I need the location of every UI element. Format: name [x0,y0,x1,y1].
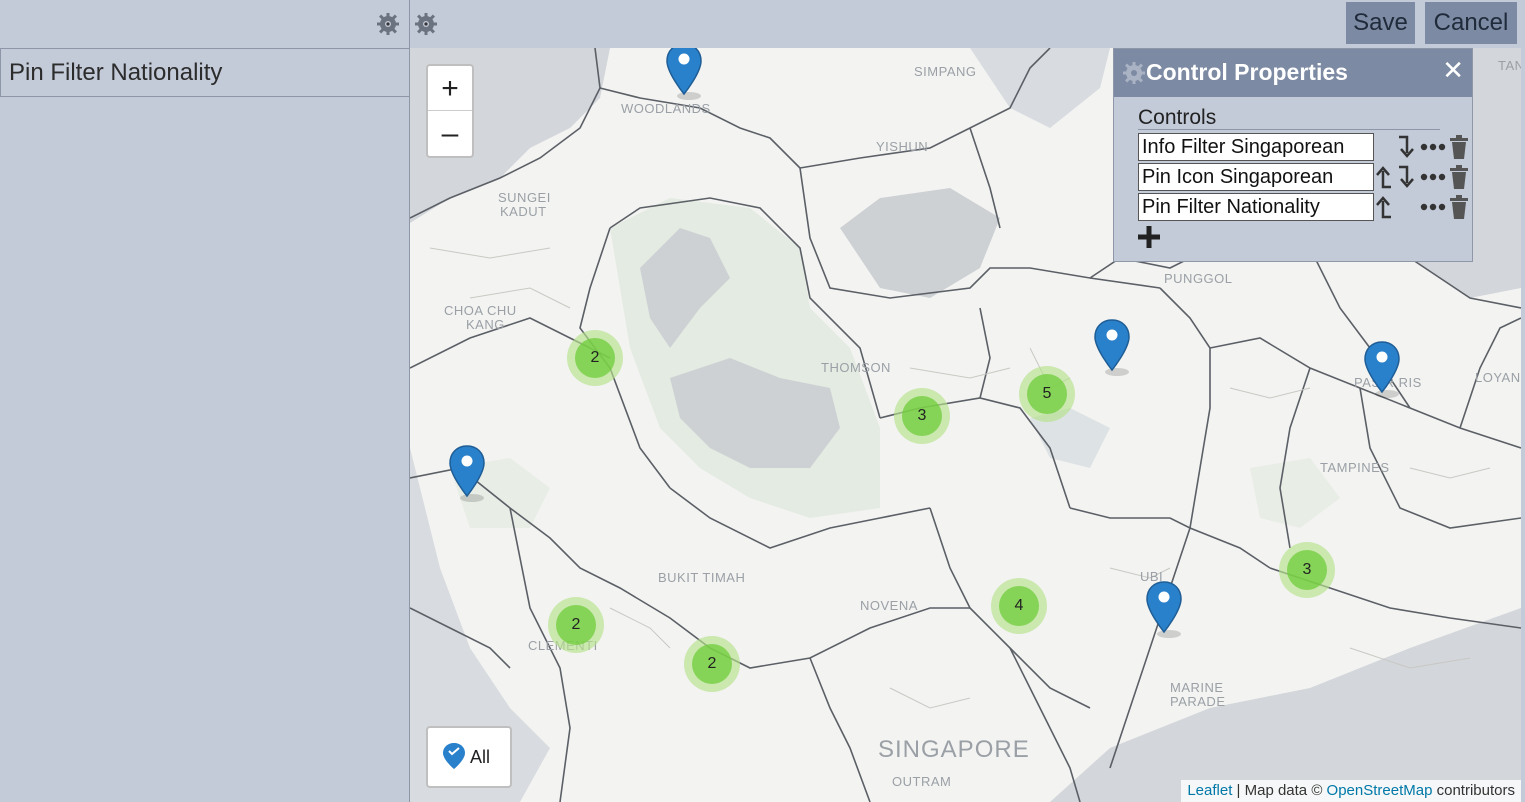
cluster-count: 3 [1287,550,1327,590]
attribution-separator: | Map data © [1232,782,1327,799]
marker-cluster[interactable]: 4 [991,578,1047,634]
marker-cluster[interactable]: 2 [567,330,623,386]
map-label-bukit-timah: BUKIT TIMAH [658,570,746,585]
openstreetmap-link[interactable]: OpenStreetMap [1327,782,1433,799]
dialog-title: Control Properties [1146,59,1348,85]
zoom-in-button[interactable]: + [428,66,472,111]
map-label-marine: MARINE [1170,680,1224,695]
filter-all-button[interactable]: All [426,726,512,788]
move-down-icon[interactable] [1395,135,1415,159]
zoom-control: + – [426,64,474,158]
marker-cluster[interactable]: 3 [1279,542,1335,598]
close-icon[interactable]: ✕ [1442,55,1464,86]
leaflet-link[interactable]: Leaflet [1187,782,1232,799]
dialog-header[interactable]: Control Properties ✕ [1114,49,1472,97]
gear-icon [1123,62,1145,84]
cluster-count: 5 [1027,374,1067,414]
control-row: Pin Icon Singaporean [1138,163,1468,191]
control-name-field[interactable]: Info Filter Singaporean [1138,133,1374,161]
cluster-count: 4 [999,586,1039,626]
filter-all-label: All [470,747,491,767]
move-up-icon[interactable] [1375,195,1395,219]
cluster-count: 2 [692,644,732,684]
pin-filter-icon [443,743,465,769]
trash-icon[interactable] [1448,135,1470,159]
marker-cluster[interactable]: 2 [548,597,604,653]
map-pin-icon[interactable] [1363,340,1401,400]
map-attribution: Leaflet | Map data © OpenStreetMap contr… [1181,780,1521,802]
map-label-choa-chu: CHOA CHU [444,303,517,318]
more-options-icon[interactable] [1420,195,1446,219]
map-pin-icon[interactable] [448,444,486,504]
control-row: Info Filter Singaporean [1138,133,1468,161]
more-options-icon[interactable] [1420,135,1446,159]
trash-icon[interactable] [1448,195,1470,219]
map-label-loyang: LOYANG [1475,370,1521,385]
map-pin-icon[interactable] [665,48,703,102]
map-label-thomson: THOMSON [821,360,891,375]
controls-label: Controls [1138,106,1217,129]
map-pin-icon[interactable] [1093,318,1131,378]
controls-divider [1138,129,1440,130]
more-options-icon[interactable] [1420,165,1446,189]
left-panel: Pin Filter Nationality [0,48,409,802]
marker-cluster[interactable]: 2 [684,636,740,692]
cluster-count: 2 [556,605,596,645]
map-label-outram: OUTRAM [892,774,952,789]
left-panel-settings-gear-icon[interactable] [376,12,400,36]
map-pin-icon[interactable] [1145,580,1183,640]
add-control-icon[interactable] [1136,224,1162,250]
marker-cluster[interactable]: 3 [894,388,950,444]
attribution-suffix: contributors [1432,782,1515,799]
save-button[interactable]: Save [1346,2,1415,44]
cluster-count: 3 [902,396,942,436]
zoom-out-button[interactable]: – [428,111,472,156]
left-panel-item-pin-filter-nationality[interactable]: Pin Filter Nationality [0,49,409,97]
trash-icon[interactable] [1448,165,1470,189]
map-label-tan: TAN [1498,58,1521,73]
map-label-woodlands: WOODLANDS [621,101,711,116]
move-down-icon[interactable] [1395,165,1415,189]
map-label-parade: PARADE [1170,694,1226,709]
map-label-simpang: SIMPANG [914,64,977,79]
map-label-singapore: SINGAPORE [878,736,1030,763]
map-label-sungei: SUNGEI [498,190,551,205]
map-label-novena: NOVENA [860,598,918,613]
control-name-field[interactable]: Pin Icon Singaporean [1138,163,1374,191]
map-label-punggol: PUNGGOL [1164,271,1233,286]
control-properties-dialog: Control Properties ✕ Controls Info Filte… [1113,48,1473,262]
move-up-icon[interactable] [1375,165,1395,189]
map-label-tampines: TAMPINES [1320,460,1390,475]
map-label-yishun: YISHUN [876,139,929,154]
marker-cluster[interactable]: 5 [1019,366,1075,422]
map-label-kadut: KADUT [500,204,547,219]
map-settings-gear-icon[interactable] [414,12,438,36]
control-row: Pin Filter Nationality [1138,193,1468,221]
cluster-count: 2 [575,338,615,378]
control-name-field[interactable]: Pin Filter Nationality [1138,193,1374,221]
cancel-button[interactable]: Cancel [1425,2,1517,44]
map-label-kang: KANG [466,317,505,332]
top-toolbar: Save Cancel [0,0,1525,48]
